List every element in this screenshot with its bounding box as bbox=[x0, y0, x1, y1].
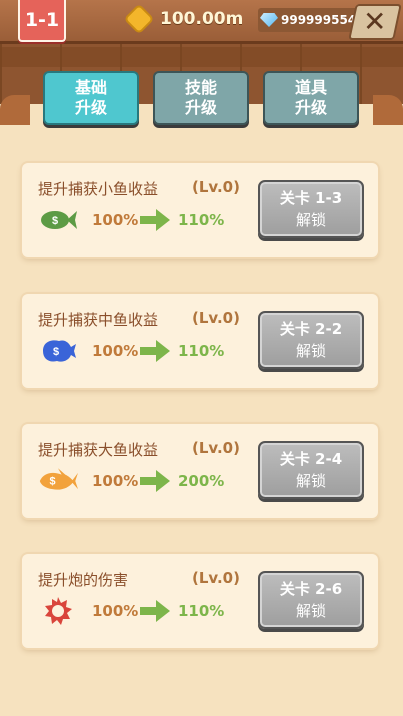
wood-shadow bbox=[0, 47, 403, 67]
upgrade-card-medium-fish: 提升捕获中鱼收益 (Lv.0) $ 100% 110% 关卡 2-2 解锁 bbox=[22, 294, 378, 388]
unlock-label: 解锁 bbox=[295, 472, 326, 490]
tab-basic-line1: 基础 bbox=[74, 78, 107, 97]
locked-upgrade-button[interactable]: 关卡 2-2 解锁 bbox=[258, 311, 364, 369]
upgrade-title: 提升捕获小鱼收益 bbox=[38, 180, 159, 198]
unlock-label: 解锁 bbox=[295, 211, 326, 229]
locked-upgrade-button[interactable]: 关卡 1-3 解锁 bbox=[258, 180, 364, 238]
arrow-right-icon bbox=[140, 209, 170, 231]
level-badge-text: 1-1 bbox=[24, 9, 60, 31]
diamond-icon bbox=[260, 13, 278, 27]
next-value: 110% bbox=[178, 602, 225, 620]
unlock-stage: 关卡 2-6 bbox=[279, 580, 343, 598]
svg-text:$: $ bbox=[53, 346, 59, 358]
next-value: 110% bbox=[178, 211, 225, 229]
current-value: 100% bbox=[92, 342, 139, 360]
arrow-right-icon bbox=[140, 340, 170, 362]
unlock-label: 解锁 bbox=[295, 342, 326, 360]
close-icon: ✕ bbox=[363, 5, 387, 38]
small-fish-icon: $ bbox=[38, 207, 78, 233]
tab-item-upgrade[interactable]: 道具 升级 bbox=[263, 71, 359, 125]
upgrade-title: 提升捕获中鱼收益 bbox=[38, 311, 159, 329]
coin-icon bbox=[123, 3, 155, 35]
rail-right-decoration bbox=[373, 95, 403, 125]
tab-skill-line2: 升级 bbox=[184, 98, 217, 117]
tab-basic-upgrade[interactable]: 基础 升级 bbox=[43, 71, 139, 125]
coin-counter: 100.00m bbox=[123, 3, 244, 35]
upgrade-card-big-fish: 提升捕获大鱼收益 (Lv.0) $ 100% 200% 关卡 2-4 解锁 bbox=[22, 424, 378, 518]
locked-upgrade-button[interactable]: 关卡 2-6 解锁 bbox=[258, 571, 364, 629]
upgrade-card-cannon: 提升炮的伤害 (Lv.0) 100% 110% 关卡 2-6 解锁 bbox=[22, 554, 378, 648]
close-button[interactable]: ✕ bbox=[348, 4, 402, 40]
upgrade-level: (Lv.0) bbox=[192, 439, 240, 457]
upgrade-card-small-fish: 提升捕获小鱼收益 (Lv.0) $ 100% 110% 关卡 1-3 解锁 bbox=[22, 163, 378, 257]
locked-upgrade-button[interactable]: 关卡 2-4 解锁 bbox=[258, 441, 364, 499]
coin-amount: 100.00m bbox=[160, 9, 244, 29]
upgrade-title: 提升炮的伤害 bbox=[38, 571, 129, 589]
tab-skill-upgrade[interactable]: 技能 升级 bbox=[153, 71, 249, 125]
upgrade-level: (Lv.0) bbox=[192, 569, 240, 587]
tab-item-line2: 升级 bbox=[294, 98, 327, 117]
current-value: 100% bbox=[92, 211, 139, 229]
rail-left-decoration bbox=[0, 95, 30, 125]
cannon-damage-icon bbox=[38, 597, 78, 625]
current-value: 100% bbox=[92, 472, 139, 490]
gem-amount: 999999554 bbox=[281, 13, 357, 27]
upgrade-title: 提升捕获大鱼收益 bbox=[38, 441, 159, 459]
tab-skill-line1: 技能 bbox=[184, 78, 217, 97]
tab-item-line1: 道具 bbox=[294, 78, 327, 97]
unlock-stage: 关卡 2-4 bbox=[279, 450, 343, 468]
arrow-right-icon bbox=[140, 600, 170, 622]
level-badge: 1-1 bbox=[18, 0, 66, 42]
big-fish-icon: $ bbox=[38, 468, 78, 494]
upgrade-level: (Lv.0) bbox=[192, 309, 240, 327]
unlock-stage: 关卡 1-3 bbox=[279, 189, 343, 207]
svg-text:$: $ bbox=[52, 215, 58, 227]
next-value: 110% bbox=[178, 342, 225, 360]
arrow-right-icon bbox=[140, 470, 170, 492]
svg-text:$: $ bbox=[50, 476, 56, 488]
current-value: 100% bbox=[92, 602, 139, 620]
upgrade-level: (Lv.0) bbox=[192, 178, 240, 196]
gem-counter: 999999554 bbox=[258, 8, 362, 32]
tab-basic-line2: 升级 bbox=[74, 98, 107, 117]
unlock-label: 解锁 bbox=[295, 602, 326, 620]
next-value: 200% bbox=[178, 472, 225, 490]
unlock-stage: 关卡 2-2 bbox=[279, 320, 343, 338]
medium-fish-icon: $ bbox=[38, 338, 78, 364]
